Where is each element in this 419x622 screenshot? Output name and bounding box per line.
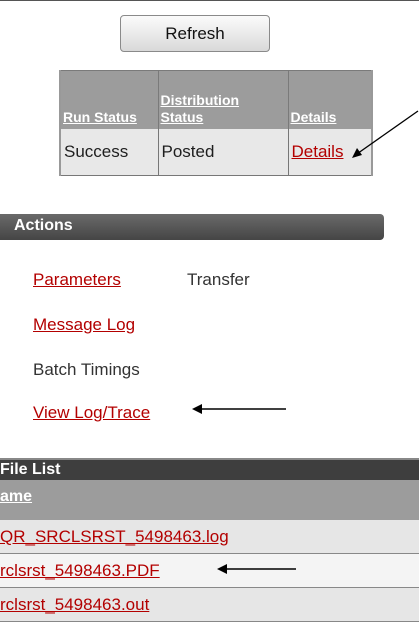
message-log-link[interactable]: Message Log xyxy=(33,315,135,335)
view-log-trace-link[interactable]: View Log/Trace xyxy=(33,403,150,423)
pointer-arrow-icon xyxy=(352,110,419,158)
file-list-header: File List xyxy=(0,458,419,480)
name-header-link[interactable]: ame xyxy=(0,488,32,506)
run-status-header[interactable]: Run Status xyxy=(60,70,159,130)
file-row: rclsrst_5498463.out xyxy=(0,588,419,622)
transfer-text: Transfer xyxy=(187,270,250,289)
run-status-value: Success xyxy=(60,129,159,177)
top-divider xyxy=(0,0,419,1)
file-link[interactable]: rclsrst_5498463.PDF xyxy=(0,561,160,581)
batch-timings-text: Batch Timings xyxy=(33,360,140,379)
file-row: QR_SRCLSRST_5498463.log xyxy=(0,520,419,554)
pointer-arrow-icon xyxy=(192,404,286,414)
pointer-arrow-icon xyxy=(217,564,296,574)
distribution-status-header[interactable]: Distribution Status xyxy=(158,70,289,130)
details-link[interactable]: Details xyxy=(292,142,344,161)
file-row: rclsrst_5498463.PDF xyxy=(0,554,419,588)
actions-title: Actions xyxy=(14,217,73,234)
file-link[interactable]: rclsrst_5498463.out xyxy=(0,595,149,615)
file-link[interactable]: QR_SRCLSRST_5498463.log xyxy=(0,527,229,547)
file-list-title: File List xyxy=(0,461,61,478)
file-name-column-header: ame xyxy=(0,480,419,520)
actions-section-header: Actions xyxy=(0,214,384,240)
parameters-link[interactable]: Parameters xyxy=(33,270,121,290)
distribution-status-value: Posted xyxy=(158,129,289,177)
process-status-table: Run Status Distribution Status Details S… xyxy=(59,70,373,177)
refresh-button[interactable]: Refresh xyxy=(120,15,270,52)
